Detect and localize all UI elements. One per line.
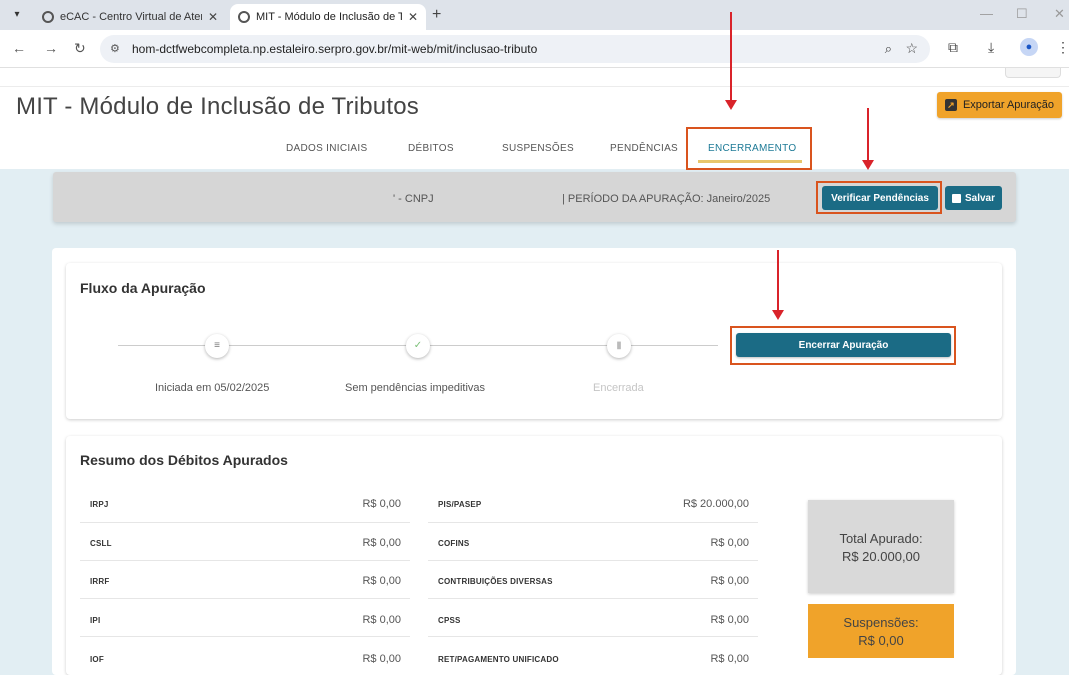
- tab-title: MIT - Módulo de Inclusão de Tr: [256, 11, 402, 23]
- annotation-arrow: [867, 108, 869, 163]
- tab-dados-iniciais[interactable]: DADOS INICIAIS: [286, 143, 367, 154]
- header-divider: [0, 86, 1069, 87]
- tab-list-button[interactable]: ▾: [8, 6, 26, 24]
- total-value: R$ 20.000,00: [841, 549, 921, 564]
- suspensoes-value: R$ 0,00: [858, 633, 904, 648]
- total-apurado-box: Total Apurado: R$ 20.000,00: [808, 500, 954, 593]
- salvar-button[interactable]: Salvar: [945, 186, 1002, 210]
- debito-name: CONTRIBUIÇÕES DIVERSAS: [438, 577, 553, 586]
- globe-icon: [238, 11, 250, 23]
- debito-value: R$ 20.000,00: [682, 498, 749, 510]
- browser-tab-bar: ▾ eCAC - Centro Virtual de Atend ✕ MIT -…: [0, 0, 1069, 30]
- address-bar: ← → ↻ ⚙ hom-dctfwebcompleta.np.estaleiro…: [0, 30, 1069, 68]
- debito-value: R$ 0,00: [710, 537, 749, 549]
- tab-debitos[interactable]: DÉBITOS: [408, 143, 454, 154]
- back-icon[interactable]: ←: [12, 40, 26, 56]
- annotation-arrowhead: [725, 100, 737, 110]
- annotation-arrowhead: [772, 310, 784, 320]
- row-divider: [80, 522, 410, 523]
- profile-avatar-icon[interactable]: ●: [1020, 38, 1038, 56]
- close-tab-icon[interactable]: ✕: [408, 10, 418, 24]
- page-title: MIT - Módulo de Inclusão de Tributos: [16, 93, 419, 120]
- debito-value: R$ 0,00: [710, 653, 749, 665]
- tab-pendencias[interactable]: PENDÊNCIAS: [610, 143, 678, 154]
- annotation-arrow: [730, 12, 732, 102]
- browser-tab-ecac[interactable]: eCAC - Centro Virtual de Atend ✕: [34, 4, 226, 30]
- export-label: Exportar Apuração: [962, 99, 1055, 111]
- annotation-highlight-verificar: [816, 181, 942, 214]
- debito-value: R$ 0,00: [362, 614, 401, 626]
- close-window-icon[interactable]: ✕: [1054, 6, 1065, 22]
- step-label-sem-pendencias: Sem pendências impeditivas: [345, 382, 486, 394]
- debito-value: R$ 0,00: [362, 537, 401, 549]
- annotation-arrowhead: [862, 160, 874, 170]
- row-divider: [80, 560, 410, 561]
- row-divider: [428, 636, 758, 637]
- debito-name: PIS/PASEP: [438, 500, 482, 509]
- close-tab-icon[interactable]: ✕: [208, 10, 218, 24]
- annotation-highlight-encerramento-tab: [686, 127, 812, 170]
- fluxo-title: Fluxo da Apuração: [80, 280, 206, 296]
- check-icon: ✓: [406, 334, 430, 358]
- debito-value: R$ 0,00: [362, 498, 401, 510]
- tab-suspensoes[interactable]: SUSPENSÕES: [502, 143, 574, 154]
- row-divider: [428, 598, 758, 599]
- browser-tab-mit[interactable]: MIT - Módulo de Inclusão de Tr ✕: [230, 4, 426, 30]
- total-label: Total Apurado:: [839, 531, 923, 546]
- export-icon: ↗: [944, 99, 957, 111]
- row-divider: [80, 636, 410, 637]
- step-label-iniciada: Iniciada em 05/02/2025: [155, 382, 270, 394]
- debito-value: R$ 0,00: [710, 614, 749, 626]
- bookmark-star-icon[interactable]: ☆: [905, 40, 918, 57]
- trash-icon: ▮: [607, 334, 631, 358]
- debito-name: COFINS: [438, 539, 470, 548]
- maximize-icon[interactable]: ☐: [1016, 6, 1028, 22]
- debito-name: CPSS: [438, 616, 461, 625]
- debito-name: IPI: [90, 616, 101, 625]
- debito-value: R$ 0,00: [362, 653, 401, 665]
- annotation-highlight-encerrar: [730, 326, 956, 365]
- reload-icon[interactable]: ↻: [74, 40, 86, 57]
- export-button[interactable]: ↗ Exportar Apuração: [937, 92, 1062, 118]
- cnpj-text: ' - CNPJ: [393, 193, 434, 205]
- zoom-icon[interactable]: ⌕: [885, 41, 892, 57]
- annotation-arrow: [777, 250, 779, 312]
- list-icon: ≡: [205, 334, 229, 358]
- debito-name: CSLL: [90, 539, 112, 548]
- globe-icon: [42, 11, 54, 23]
- url-text: hom-dctfwebcompleta.np.estaleiro.serpro.…: [132, 42, 538, 56]
- suspensoes-label: Suspensões:: [843, 615, 919, 630]
- row-divider: [428, 522, 758, 523]
- step-label-encerrada: Encerrada: [593, 382, 644, 394]
- row-divider: [428, 560, 758, 561]
- url-field[interactable]: ⚙ hom-dctfwebcompleta.np.estaleiro.serpr…: [100, 35, 930, 63]
- debito-name: IOF: [90, 655, 104, 664]
- debito-name: IRPJ: [90, 500, 109, 509]
- site-info-icon[interactable]: ⚙: [110, 42, 120, 55]
- extensions-icon[interactable]: ⧉: [948, 39, 958, 56]
- new-tab-button[interactable]: +: [432, 6, 441, 24]
- forward-icon[interactable]: →: [44, 40, 58, 56]
- debito-value: R$ 0,00: [710, 575, 749, 587]
- salvar-label: Salvar: [964, 192, 996, 204]
- tab-title: eCAC - Centro Virtual de Atend: [60, 11, 202, 23]
- resumo-title: Resumo dos Débitos Apurados: [80, 452, 288, 468]
- download-icon[interactable]: ⤓: [988, 39, 994, 56]
- period-text: | PERÍODO DA APURAÇÃO: Janeiro/2025: [562, 193, 771, 205]
- debito-name: IRRF: [90, 577, 110, 586]
- suspensoes-box: Suspensões: R$ 0,00: [808, 604, 954, 658]
- top-edge-button[interactable]: [1005, 68, 1061, 78]
- debito-value: R$ 0,00: [362, 575, 401, 587]
- debito-name: RET/PAGAMENTO UNIFICADO: [438, 655, 559, 664]
- save-icon: [951, 193, 961, 203]
- row-divider: [80, 598, 410, 599]
- menu-icon[interactable]: ⋮: [1056, 39, 1069, 56]
- minimize-icon[interactable]: —: [980, 6, 993, 21]
